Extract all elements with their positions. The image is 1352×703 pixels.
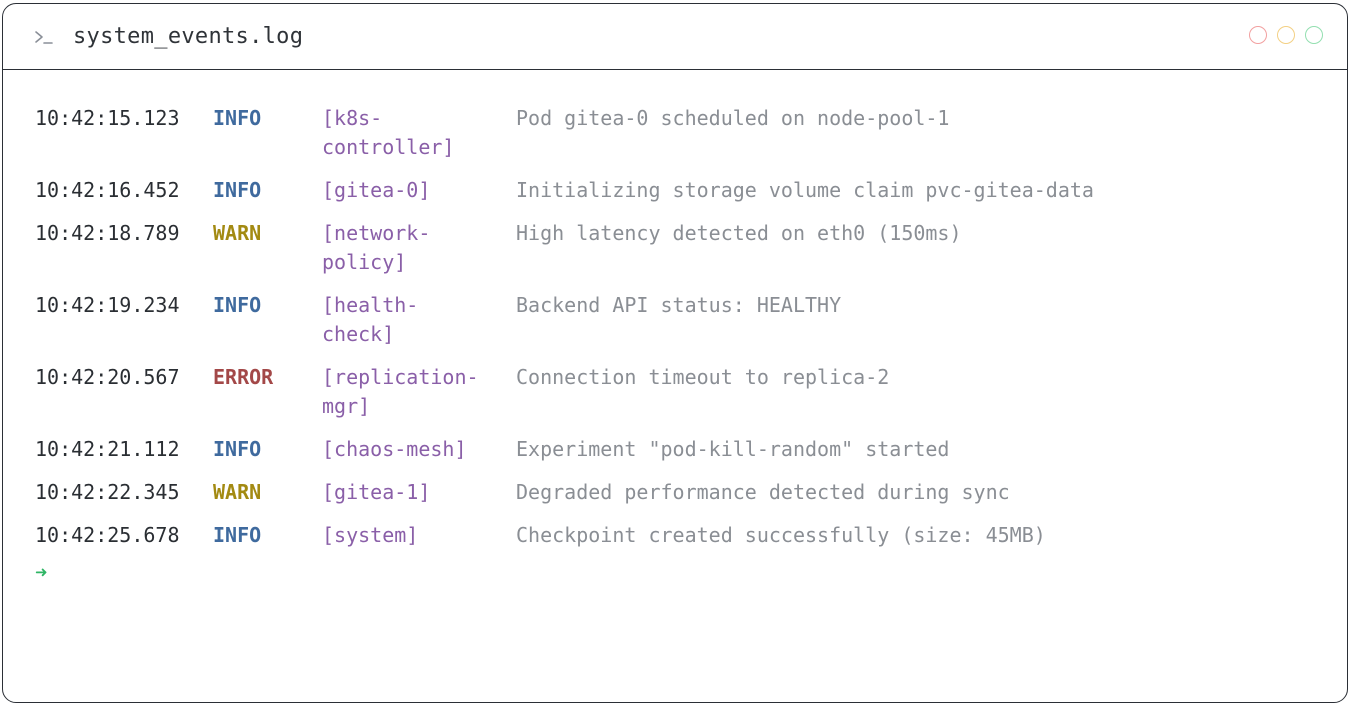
terminal-prompt-icon xyxy=(33,25,57,49)
log-message: Experiment "pod-kill-random" started xyxy=(516,437,950,461)
terminal-window: system_events.log 10:42:15.123 INFO [k8s- … xyxy=(2,3,1348,703)
log-level: WARN xyxy=(213,221,262,245)
log-row: 10:42:16.452 INFO [gitea-0] Initializing st… xyxy=(35,176,1347,205)
log-row: 10:42:25.678 INFO [system] Checkpoint creat… xyxy=(35,521,1347,550)
log-level: ERROR xyxy=(213,365,274,389)
log-message: Connection timeout to replica-2 xyxy=(516,365,890,389)
close-icon[interactable] xyxy=(1249,26,1267,44)
log-level: INFO xyxy=(213,293,262,317)
log-level: INFO xyxy=(213,437,262,461)
log-timestamp: 10:42:20.567 xyxy=(35,365,180,389)
log-source: [chaos-mesh] xyxy=(322,437,467,461)
log-timestamp: 10:42:21.112 xyxy=(35,437,180,461)
prompt-cursor[interactable]: ➜ xyxy=(35,558,1347,587)
titlebar: system_events.log xyxy=(3,4,1347,70)
log-timestamp: 10:42:22.345 xyxy=(35,480,180,504)
minimize-icon[interactable] xyxy=(1277,26,1295,44)
log-row: 10:42:19.234 INFO [health- check] Backend A… xyxy=(35,291,1347,349)
log-timestamp: 10:42:16.452 xyxy=(35,178,180,202)
log-source: [network- policy] xyxy=(322,221,431,274)
log-row: 10:42:22.345 WARN [gitea-1] Degraded perfor… xyxy=(35,478,1347,507)
log-message: Backend API status: HEALTHY xyxy=(516,293,842,317)
log-timestamp: 10:42:15.123 xyxy=(35,106,180,130)
log-source: [replication- mgr] xyxy=(322,365,479,418)
log-level: INFO xyxy=(213,178,262,202)
maximize-icon[interactable] xyxy=(1305,26,1323,44)
window-controls xyxy=(1249,26,1323,44)
log-message: Checkpoint created successfully (size: 4… xyxy=(516,523,1046,547)
log-timestamp: 10:42:19.234 xyxy=(35,293,180,317)
log-level: WARN xyxy=(213,480,262,504)
log-row: 10:42:20.567 ERROR [replication- mgr] Conne… xyxy=(35,363,1347,421)
window-title: system_events.log xyxy=(73,24,304,49)
log-output[interactable]: 10:42:15.123 INFO [k8s- controller] Pod git… xyxy=(3,70,1347,587)
log-source: [gitea-0] xyxy=(322,178,431,202)
log-source: [health- check] xyxy=(322,293,419,346)
log-row: 10:42:18.789 WARN [network- policy] High la… xyxy=(35,219,1347,277)
log-message: Pod gitea-0 scheduled on node-pool-1 xyxy=(516,106,950,130)
log-message: Initializing storage volume claim pvc-gi… xyxy=(516,178,1094,202)
log-message: High latency detected on eth0 (150ms) xyxy=(516,221,962,245)
log-source: [gitea-1] xyxy=(322,480,431,504)
log-source: [system] xyxy=(322,523,419,547)
log-source: [k8s- controller] xyxy=(322,106,455,159)
log-message: Degraded performance detected during syn… xyxy=(516,480,1010,504)
log-timestamp: 10:42:18.789 xyxy=(35,221,180,245)
log-level: INFO xyxy=(213,106,262,130)
log-row: 10:42:15.123 INFO [k8s- controller] Pod git… xyxy=(35,104,1347,162)
log-level: INFO xyxy=(213,523,262,547)
log-row: 10:42:21.112 INFO [chaos-mesh] Experiment "… xyxy=(35,435,1347,464)
log-timestamp: 10:42:25.678 xyxy=(35,523,180,547)
